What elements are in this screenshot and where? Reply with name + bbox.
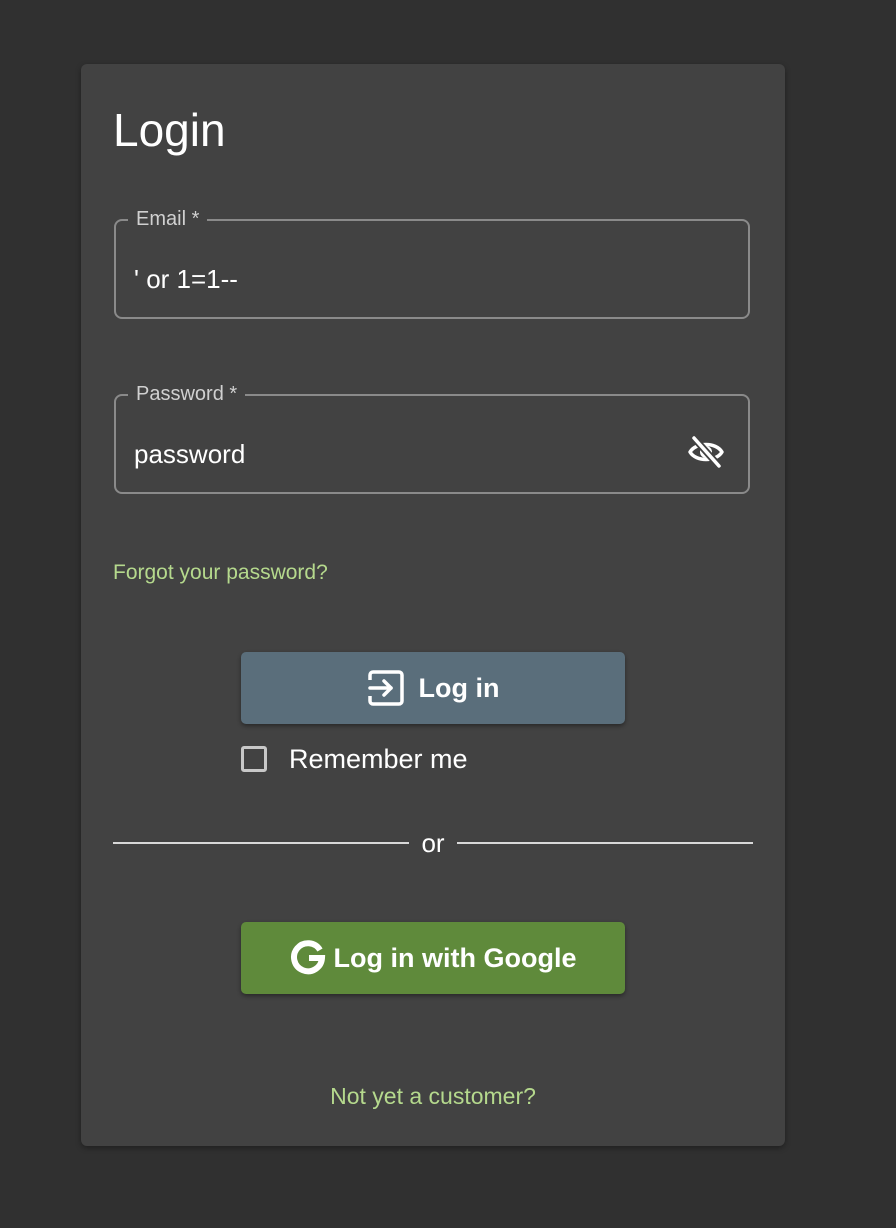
divider-line-left — [113, 842, 410, 844]
login-card: Login Email * ' or 1=1-- Password * pass… — [81, 64, 785, 1146]
login-button[interactable]: Log in — [241, 652, 625, 724]
email-input[interactable]: ' or 1=1-- — [134, 263, 238, 295]
remember-me[interactable]: Remember me — [241, 742, 468, 776]
divider-line-right — [456, 842, 753, 844]
google-icon — [290, 940, 326, 976]
password-label: Password * — [128, 381, 246, 407]
email-field[interactable]: Email * ' or 1=1-- — [114, 206, 750, 319]
google-login-label: Log in with Google — [333, 942, 577, 973]
or-divider: or — [113, 826, 753, 860]
remember-me-label: Remember me — [289, 744, 468, 774]
divider-text: or — [421, 828, 445, 858]
page-title: Login — [113, 104, 226, 156]
password-field[interactable]: Password * password — [114, 381, 750, 494]
eye-off-icon[interactable] — [686, 434, 726, 470]
google-login-button[interactable]: Log in with Google — [241, 922, 625, 994]
signup-link[interactable]: Not yet a customer? — [81, 1082, 785, 1110]
remember-me-checkbox[interactable] — [241, 746, 267, 772]
login-button-label: Log in — [418, 672, 500, 703]
password-input[interactable]: password — [134, 438, 245, 470]
login-icon — [367, 669, 405, 707]
forgot-password-link[interactable]: Forgot your password? — [113, 560, 328, 586]
email-label: Email * — [128, 206, 208, 232]
